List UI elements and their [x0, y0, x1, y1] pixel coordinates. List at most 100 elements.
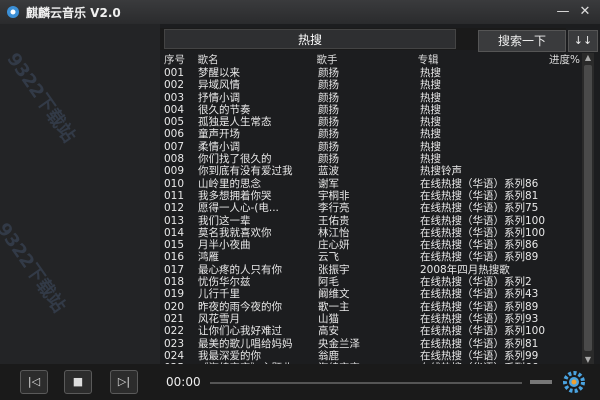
track-album: 热搜铃声: [420, 165, 462, 178]
track-row[interactable]: 018 忧伤华尔兹 阿毛 在线热搜（华语）系列2: [160, 276, 580, 288]
track-row[interactable]: 021 风花雪月 山猫 在线热搜（华语）系列93: [160, 313, 580, 325]
playback-progress-bar[interactable]: [210, 382, 522, 384]
track-artist: 高安: [318, 325, 339, 338]
track-index: 007: [164, 140, 185, 153]
track-index: 016: [164, 251, 185, 264]
track-name: 异域风情: [198, 79, 240, 92]
track-index: 003: [164, 91, 185, 104]
track-row[interactable]: 010 山岭里的思念 谢军 在线热搜（华语）系列86: [160, 178, 580, 190]
volume-slider[interactable]: [530, 380, 552, 384]
track-row[interactable]: 013 我们这一辈 王佑贵 在线热搜（华语）系列100: [160, 215, 580, 227]
track-artist: 颜扬: [318, 79, 339, 92]
track-row[interactable]: 009 你到底有没有爱过我 蓝波 热搜铃声: [160, 165, 580, 177]
track-row[interactable]: 019 儿行千里 阚维文 在线热搜（华语）系列43: [160, 288, 580, 300]
track-album: 热搜: [420, 67, 441, 79]
track-row[interactable]: 014 莫名我就喜欢你 林江怡 在线热搜（华语）系列100: [160, 227, 580, 239]
track-list-scrollbar[interactable]: ▲ ▼: [582, 53, 594, 365]
track-index: 017: [164, 263, 185, 276]
track-album: 热搜: [420, 140, 441, 153]
track-row[interactable]: 008 你们找了很久的 颜扬 热搜: [160, 153, 580, 165]
track-list-header: 序号 歌名 歌手 专辑 进度%: [160, 53, 580, 67]
track-index: 005: [164, 116, 185, 129]
track-album: 热搜: [420, 128, 441, 141]
scroll-thumb[interactable]: [584, 65, 592, 351]
track-index: 019: [164, 288, 185, 301]
track-row[interactable]: 023 最美的歌儿唱给妈妈 央金兰泽 在线热搜（华语）系列81: [160, 338, 580, 350]
column-header-index[interactable]: 序号: [160, 53, 198, 67]
track-row[interactable]: 012 愿得一人心-(电... 李行亮 在线热搜（华语）系列75: [160, 202, 580, 214]
track-row[interactable]: 011 我多想拥着你哭 宇桐非 在线热搜（华语）系列81: [160, 190, 580, 202]
track-row[interactable]: 022 让你们心我好难过 高安 在线热搜（华语）系列100: [160, 325, 580, 337]
track-album: 热搜: [420, 91, 441, 104]
next-button[interactable]: ▷|: [110, 370, 138, 394]
track-artist: 颜扬: [318, 116, 339, 129]
track-album: 在线热搜（华语）系列86: [420, 239, 539, 252]
track-artist: 阿毛: [318, 276, 339, 289]
track-album: 热搜: [420, 103, 441, 116]
track-album: 在线热搜（华语）系列99: [420, 349, 539, 362]
track-name: 抒情小调: [198, 91, 240, 104]
track-list: 序号 歌名 歌手 专辑 进度% 001 梦醒以来 颜扬 热搜 002 异域风情 颜扬 热搜 00…: [160, 53, 580, 365]
track-album: 在线热搜（华语）系列43: [420, 288, 539, 301]
track-name: 我最深爱的你: [198, 349, 261, 362]
watermark-text: 9322下载站: [0, 219, 70, 317]
track-artist: 颜扬: [318, 91, 339, 104]
track-artist: 山猫: [318, 312, 339, 325]
search-input[interactable]: [164, 29, 456, 49]
track-row[interactable]: 017 最心疼的人只有你 张振宇 2008年四月热搜歌: [160, 264, 580, 276]
track-row[interactable]: 004 很久的节奏 颜扬 热搜: [160, 104, 580, 116]
track-index: 022: [164, 325, 185, 338]
settings-gear-icon[interactable]: [562, 370, 586, 394]
track-index: 004: [164, 103, 185, 116]
track-album: 在线热搜（华语）系列100: [420, 226, 546, 239]
track-album: 在线热搜（华语）系列86: [420, 177, 539, 190]
track-index: 011: [164, 189, 185, 202]
minimize-button[interactable]: —: [554, 4, 572, 20]
search-button[interactable]: 搜索一下: [478, 30, 566, 52]
track-row[interactable]: 016 鸿雁 云飞 在线热搜（华语）系列89: [160, 251, 580, 263]
track-artist: 颜扬: [318, 153, 339, 166]
track-artist: 颜扬: [318, 140, 339, 153]
track-row[interactable]: 024 我最深爱的你 翁鹿 在线热搜（华语）系列99: [160, 350, 580, 362]
track-artist: 林江怡: [318, 226, 350, 239]
sort-button[interactable]: ↓↓: [568, 30, 598, 52]
column-header-name[interactable]: 歌名: [198, 53, 317, 67]
previous-button[interactable]: |◁: [20, 370, 48, 394]
title-bar: 麒麟云音乐 V2.0 — ✕: [0, 0, 600, 24]
track-album: 热搜: [420, 79, 441, 92]
watermark-text: 9322下载站: [2, 49, 80, 147]
track-row[interactable]: 020 昨夜的雨今夜的你 歌一主 在线热搜（华语）系列89: [160, 301, 580, 313]
column-header-album[interactable]: 专辑: [418, 53, 545, 67]
track-row[interactable]: 001 梦醒以来 颜扬 热搜: [160, 67, 580, 79]
track-artist: 颜扬: [318, 67, 339, 79]
track-artist: 王佑贵: [318, 214, 350, 227]
track-name: 月半小夜曲: [198, 239, 251, 252]
track-index: 014: [164, 226, 185, 239]
column-header-artist[interactable]: 歌手: [317, 53, 418, 67]
track-artist: 蓝波: [318, 165, 339, 178]
track-name: 柔情小调: [198, 140, 240, 153]
track-artist: 央金兰泽: [318, 337, 360, 350]
close-button[interactable]: ✕: [576, 4, 594, 20]
track-name: 我多想拥着你哭: [198, 189, 272, 202]
track-row[interactable]: 003 抒情小调 颜扬 热搜: [160, 92, 580, 104]
track-name: 山岭里的思念: [198, 177, 261, 190]
track-artist: 张振宇: [318, 263, 350, 276]
stop-button[interactable]: ■: [64, 370, 92, 394]
track-index: 018: [164, 276, 185, 289]
track-name: 风花雪月: [198, 312, 240, 325]
track-name: 儿行千里: [198, 288, 240, 301]
scroll-up-arrow-icon[interactable]: ▲: [582, 53, 594, 63]
track-index: 021: [164, 312, 185, 325]
track-row[interactable]: 015 月半小夜曲 庄心妍 在线热搜（华语）系列86: [160, 239, 580, 251]
track-album: 在线热搜（华语）系列89: [420, 300, 539, 313]
track-album: 热搜: [420, 153, 441, 166]
track-row[interactable]: 007 柔情小调 颜扬 热搜: [160, 141, 580, 153]
track-album: 在线热搜（华语）系列93: [420, 312, 539, 325]
column-header-progress[interactable]: 进度%: [544, 53, 580, 67]
track-album: 在线热搜（华语）系列75: [420, 202, 539, 215]
track-row[interactable]: 002 异域风情 颜扬 热搜: [160, 79, 580, 91]
track-row[interactable]: 006 童声开场 颜扬 热搜: [160, 128, 580, 140]
track-row[interactable]: 005 孤独是人生常态 颜扬 热搜: [160, 116, 580, 128]
track-name: 鸿雁: [198, 251, 219, 264]
